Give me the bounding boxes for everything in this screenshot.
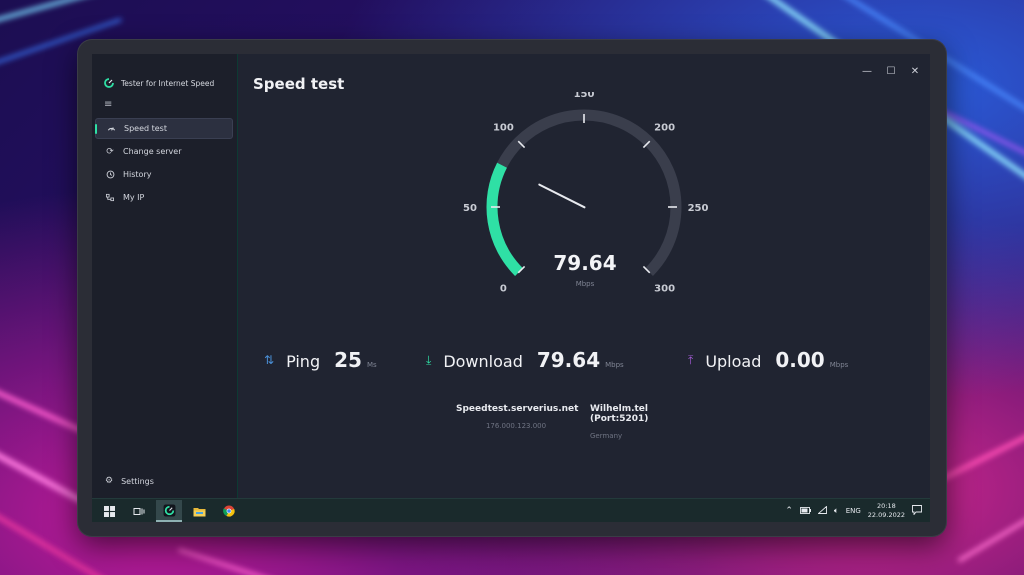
gauge-value: 79.64 [553, 251, 616, 275]
gauge-tick-label: 100 [493, 122, 514, 133]
close-icon[interactable]: ✕ [910, 66, 920, 77]
ping-stat: ⇅ Ping 25 Ms [264, 348, 377, 372]
server-provider: Wilhelm.tel (Port:5201) [590, 404, 649, 424]
app-title: Tester for Internet Speed [104, 78, 214, 88]
settings-button[interactable]: ⚙ Settings [105, 476, 154, 486]
page-title: Speed test [253, 75, 345, 93]
gauge-tick-label: 50 [463, 203, 477, 214]
gauge-needle [538, 183, 586, 209]
sidebar-item-label: My IP [123, 193, 145, 202]
server-host-info: Speedtest.serverius.net 176.000.123.000 [456, 404, 579, 430]
gauge-tick-label: 0 [500, 284, 507, 295]
gauge-tick-label: 300 [654, 284, 675, 295]
main-panel: Speed test — ☐ ✕ 0 50 100 150 200 250 300 79.6… [238, 54, 930, 498]
download-icon: ⤓ [426, 352, 432, 367]
clock[interactable]: 20:18 22.09.2022 [868, 502, 905, 520]
server-ip: 176.000.123.000 [485, 422, 547, 430]
server-provider-info: Wilhelm.tel (Port:5201) Germany [590, 404, 700, 440]
gear-icon: ⚙ [105, 476, 114, 486]
sidebar-item-change-server[interactable]: ⟳ Change server [95, 141, 233, 162]
window-controls: — ☐ ✕ [862, 66, 920, 77]
tablet-frame: Tester for Internet Speed ≡ Speed test ⟳… [78, 40, 946, 536]
upload-label: Upload [705, 352, 762, 371]
server-country: Germany [590, 432, 623, 440]
sidebar-item-label: Change server [123, 147, 182, 156]
app-title-text: Tester for Internet Speed [121, 78, 215, 88]
sidebar-item-my-ip[interactable]: My IP [95, 187, 233, 208]
arrows-updown-icon: ⇅ [264, 353, 275, 367]
minimize-icon[interactable]: — [862, 66, 872, 77]
upload-value: 0.00 [775, 348, 825, 372]
clock-date: 22.09.2022 [867, 511, 905, 519]
battery-icon[interactable] [799, 506, 811, 516]
settings-label: Settings [121, 476, 154, 486]
app-logo-icon [104, 78, 114, 88]
gauge-fill [486, 162, 523, 276]
server-host: Speedtest.serverius.net [456, 404, 579, 414]
gauge-unit: Mbps [576, 280, 595, 288]
notifications-icon[interactable] [912, 505, 922, 517]
taskbar-apps [96, 499, 242, 522]
screen: Tester for Internet Speed ≡ Speed test ⟳… [92, 54, 930, 522]
gauge-track [486, 109, 682, 276]
sidebar-item-label: Speed test [124, 124, 167, 133]
sidebar-nav: Speed test ⟳ Change server History My IP [95, 118, 233, 210]
ping-unit: Ms [366, 361, 377, 369]
volume-icon[interactable]: 🔈︎ [834, 506, 839, 516]
upload-icon: ⤒ [688, 352, 694, 367]
taskbar: ⌃ 🔈︎ ENG 20:18 22.09.2022 [92, 498, 930, 522]
upload-unit: Mbps [829, 361, 849, 369]
stats-row: ⇅ Ping 25 Ms ⤓ Download 79.64 Mbps ⤒ Upl… [238, 348, 930, 378]
ping-label: Ping [286, 352, 321, 371]
download-value: 79.64 [536, 348, 601, 372]
upload-stat: ⤒ Upload 0.00 Mbps [688, 348, 848, 372]
gauge-tick-label: 150 [574, 92, 595, 100]
history-icon [105, 170, 115, 180]
sidebar-item-speed-test[interactable]: Speed test [95, 118, 233, 139]
file-explorer-icon[interactable] [186, 500, 212, 522]
chevron-up-icon[interactable]: ⌃ [785, 506, 793, 516]
network-icon [105, 193, 115, 203]
sidebar-item-label: History [123, 170, 152, 179]
ping-value: 25 [334, 348, 362, 372]
download-unit: Mbps [605, 361, 624, 369]
refresh-icon: ⟳ [106, 146, 114, 157]
gauge-tick-label: 250 [688, 203, 709, 214]
download-label: Download [443, 352, 523, 371]
sidebar: Tester for Internet Speed ≡ Speed test ⟳… [92, 54, 238, 498]
menu-toggle-icon[interactable]: ≡ [104, 100, 112, 110]
task-view-icon[interactable] [126, 500, 152, 522]
clock-time: 20:18 [877, 502, 896, 510]
sidebar-item-history[interactable]: History [95, 164, 233, 185]
windows-start-icon[interactable] [96, 500, 122, 522]
chrome-icon[interactable] [216, 500, 242, 522]
wifi-icon[interactable] [817, 505, 827, 516]
download-stat: ⤓ Download 79.64 Mbps [426, 348, 624, 372]
gauge-tick-label: 200 [654, 122, 675, 133]
speedtest-app-taskbar-icon[interactable] [156, 500, 182, 522]
speed-gauge: 0 50 100 150 200 250 300 79.64 Mbps [463, 92, 709, 295]
system-tray: ⌃ 🔈︎ ENG 20:18 22.09.2022 [785, 499, 922, 522]
maximize-icon[interactable]: ☐ [886, 66, 896, 77]
language-indicator[interactable]: ENG [846, 507, 861, 515]
speed-icon [106, 124, 116, 134]
